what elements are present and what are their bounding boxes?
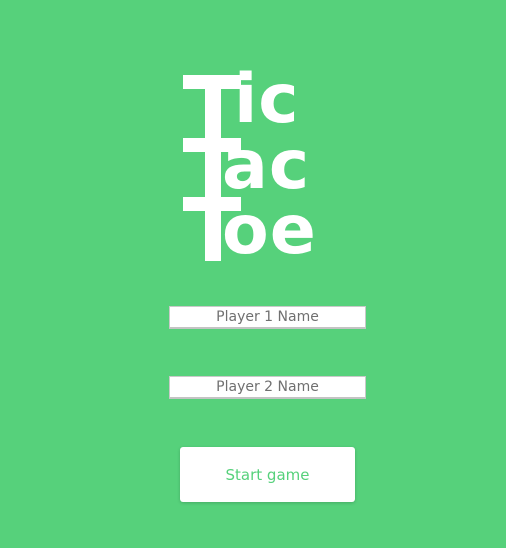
- logo-word-tac: ac: [222, 126, 311, 205]
- logo-stem-1: [205, 75, 221, 261]
- logo-word-toe: oe: [222, 191, 317, 270]
- player-1-name-input[interactable]: [169, 306, 366, 329]
- player-2-name-input[interactable]: [169, 376, 366, 399]
- start-game-button[interactable]: Start game: [180, 447, 355, 502]
- logo-word-tic: ic: [234, 60, 300, 139]
- tic-tac-toe-logo: ic ac oe: [0, 0, 506, 270]
- logo-crossbar-1: [183, 75, 241, 89]
